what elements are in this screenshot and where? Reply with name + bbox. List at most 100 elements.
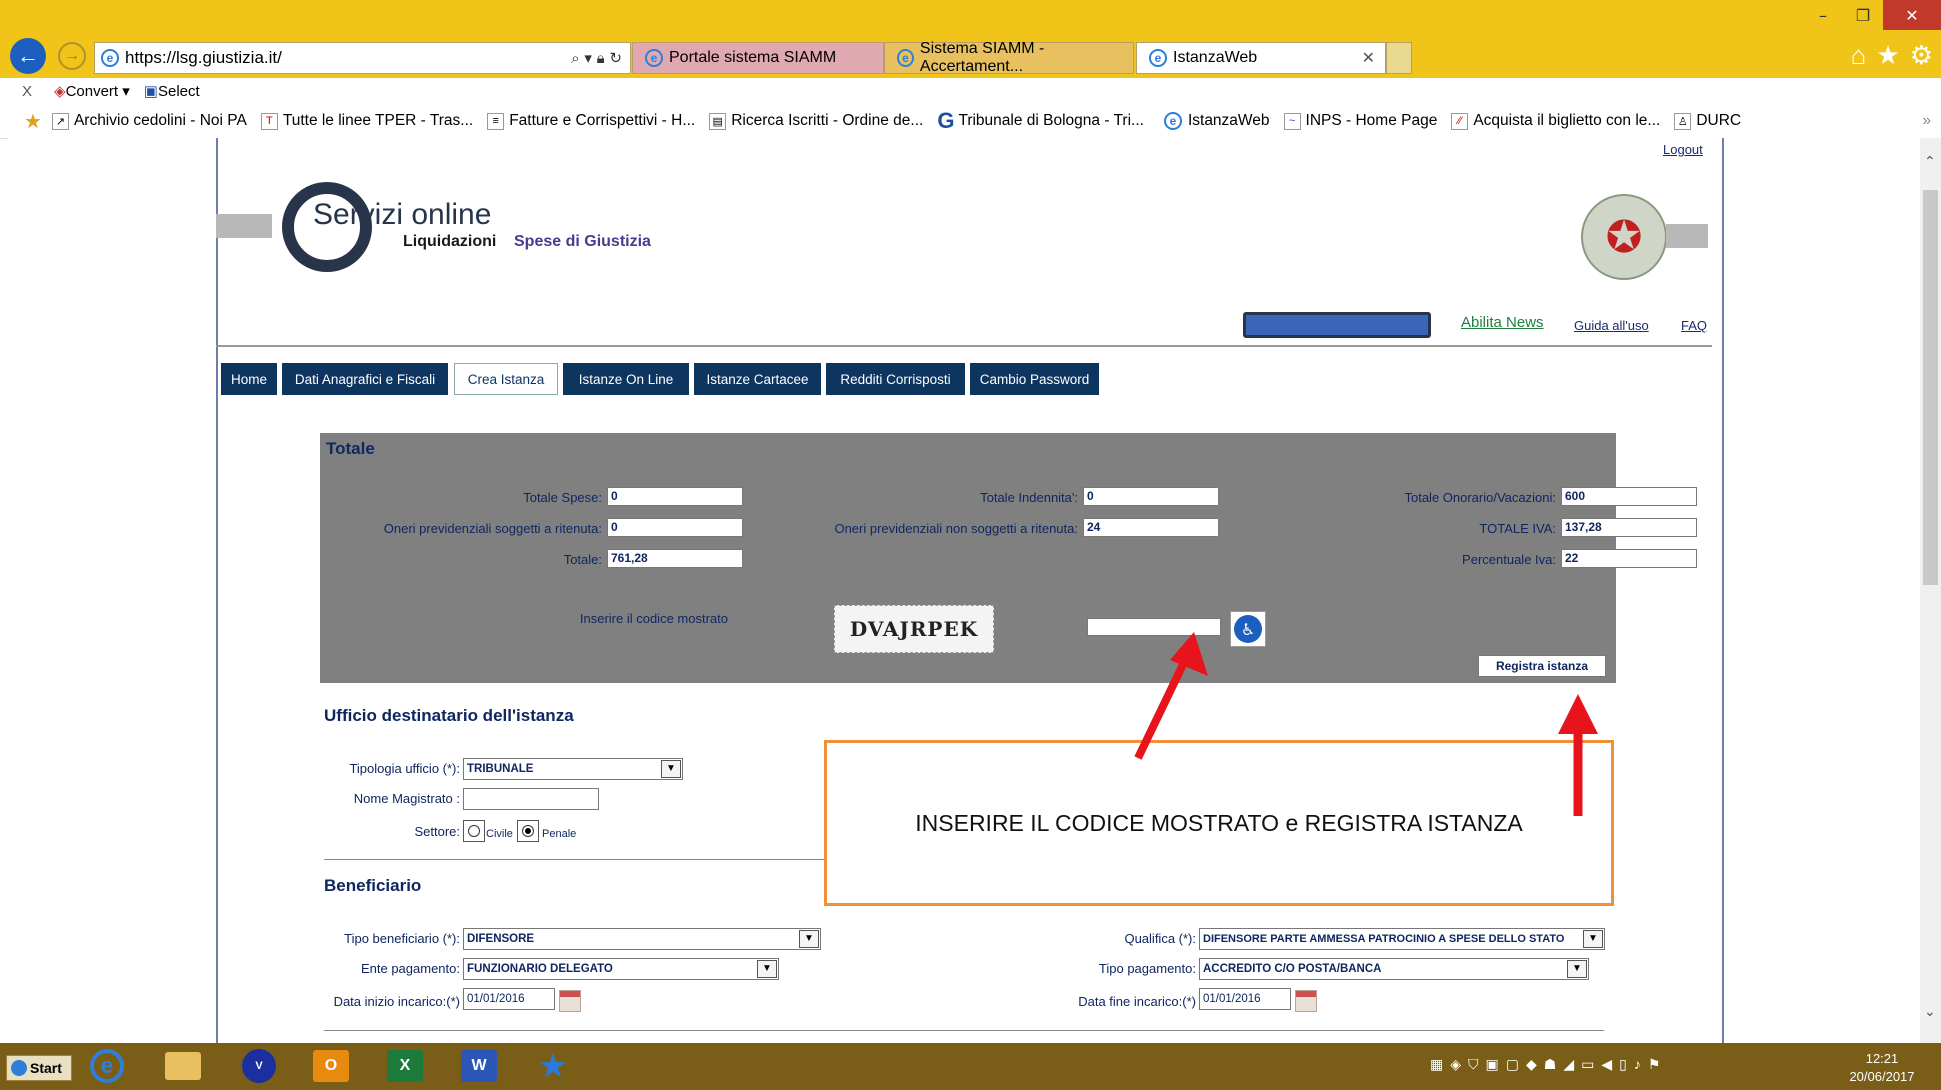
minimize-button[interactable]: – (1803, 0, 1843, 30)
nome-magistrato-input[interactable] (463, 788, 599, 810)
select-button[interactable]: ▣Select (144, 82, 200, 100)
calendar-icon[interactable] (559, 990, 581, 1012)
back-button[interactable]: ← (10, 38, 46, 74)
tab-portale-siamm[interactable]: e Portale sistema SIAMM (632, 42, 884, 74)
favorite-link[interactable]: ↗ Archivio cedolini - Noi PA (51, 112, 247, 130)
tipo-pagamento-select[interactable]: ACCREDITO C/O POSTA/BANCA ▼ (1199, 958, 1589, 980)
nav-crea-istanza[interactable]: Crea Istanza (454, 363, 558, 395)
accessibility-button[interactable]: ♿ (1230, 611, 1266, 647)
refresh-icon[interactable]: ↻ (609, 49, 622, 67)
vertical-scrollbar[interactable]: ⌃ ⌄ (1920, 138, 1941, 1043)
chevron-more-icon[interactable]: » (1922, 112, 1931, 130)
qualifica-label: Qualifica (*): (1124, 931, 1196, 946)
favorite-link[interactable]: e IstanzaWeb (1158, 112, 1270, 130)
tipo-pagamento-label: Tipo pagamento: (1098, 961, 1196, 976)
word-icon[interactable]: W (454, 1046, 504, 1086)
totale-panel: Totale Totale Spese: 0 Oneri previdenzia… (320, 433, 1697, 683)
tray-office-icon[interactable]: ▢ (1506, 1056, 1519, 1073)
view-app-icon[interactable]: V (234, 1046, 284, 1086)
favorite-link[interactable]: ▤ Ricerca Iscritti - Ordine de... (709, 112, 923, 130)
totale-onorario-label: Totale Onorario/Vacazioni: (1404, 490, 1556, 505)
lock-icon: 🔒︎ (596, 49, 605, 67)
chevron-down-icon: ▼ (1583, 930, 1603, 948)
tray-display-icon[interactable]: ▯ (1619, 1056, 1627, 1073)
tipologia-ufficio-label: Tipologia ufficio (*): (349, 761, 460, 776)
nav-redditi-corrisposti[interactable]: Redditi Corrisposti (826, 363, 965, 395)
convert-button[interactable]: ◈Convert ▾ (54, 82, 130, 100)
tray-speaker-icon[interactable]: ◀ (1601, 1056, 1612, 1073)
faq-link[interactable]: FAQ (1681, 318, 1707, 333)
favorite-link[interactable]: ⁄⁄ Acquista il biglietto con le... (1451, 112, 1660, 130)
ie-taskbar-icon[interactable]: e (82, 1046, 132, 1086)
forward-button[interactable]: → (58, 42, 86, 70)
nav-istanze-cartacee[interactable]: Istanze Cartacee (694, 363, 821, 395)
tray-users-icon[interactable]: ☗ (1544, 1056, 1557, 1073)
tipologia-ufficio-select[interactable]: TRIBUNALE ▼ (463, 758, 683, 780)
outlook-icon[interactable]: O (306, 1046, 356, 1086)
favorite-link[interactable]: G Tribunale di Bologna - Tri... (937, 108, 1144, 134)
tipo-beneficiario-select[interactable]: DIFENSORE ▼ (463, 928, 821, 950)
percentuale-iva-field: 22 (1561, 549, 1697, 568)
settore-civile-radio[interactable] (463, 820, 485, 842)
scroll-down-icon[interactable]: ⌄ (1924, 1004, 1936, 1020)
header-decor-bar (216, 214, 272, 238)
tray-network-icon[interactable]: ▦ (1430, 1056, 1443, 1073)
data-inizio-input[interactable]: 01/01/2016 (463, 988, 555, 1010)
settore-penale-radio[interactable] (517, 820, 539, 842)
nav-istanze-online[interactable]: Istanze On Line (563, 363, 689, 395)
search-icon[interactable]: ⌕ (571, 49, 579, 67)
url-text: https://lsg.giustizia.it/ (125, 48, 282, 67)
annotation-callout: INSERIRE IL CODICE MOSTRATO e REGISTRA I… (824, 740, 1614, 906)
tab-siamm-accertamento[interactable]: e Sistema SIAMM - Accertament... (884, 40, 1134, 75)
explorer-folder-icon[interactable] (158, 1046, 208, 1086)
gear-icon[interactable]: ⚙ (1910, 40, 1933, 71)
totale-indennita-label: Totale Indennita': (980, 490, 1078, 505)
calendar-icon[interactable] (1295, 990, 1317, 1012)
favorites-star-icon[interactable]: ★ (1876, 40, 1899, 71)
home-icon[interactable]: ⌂ (1851, 40, 1867, 71)
tray-security-icon[interactable]: ◈ (1450, 1056, 1461, 1073)
header-divider (216, 345, 1712, 347)
favorite-link[interactable]: ♙ DURC (1674, 112, 1741, 130)
data-inizio-label: Data inizio incarico:(*) (333, 994, 460, 1009)
nav-dati-anagrafici[interactable]: Dati Anagrafici e Fiscali (282, 363, 448, 395)
scroll-up-icon[interactable]: ⌃ (1924, 154, 1936, 170)
close-toolbar-icon[interactable]: X (22, 83, 32, 100)
tab-close-icon[interactable]: ✕ (1362, 48, 1375, 68)
nav-cambio-password[interactable]: Cambio Password (970, 363, 1099, 395)
totale-field: 761,28 (607, 549, 743, 568)
data-fine-input[interactable]: 01/01/2016 (1199, 988, 1291, 1010)
tray-wifi-icon[interactable]: ◢ (1563, 1056, 1574, 1073)
clock[interactable]: 12:21 20/06/2017 (1832, 1050, 1932, 1086)
excel-icon[interactable]: X (380, 1046, 430, 1086)
registra-istanza-button[interactable]: Registra istanza (1478, 655, 1606, 677)
favorites-star-add-icon[interactable]: ★ (24, 109, 42, 134)
new-tab-button[interactable] (1386, 42, 1412, 74)
tray-volume-icon[interactable]: ♪ (1634, 1056, 1641, 1073)
abilita-news-link[interactable]: Abilita News (1461, 314, 1544, 331)
favorite-link[interactable]: ~ INPS - Home Page (1283, 112, 1437, 130)
tray-monitor-icon[interactable]: ▭ (1581, 1056, 1594, 1073)
close-button[interactable]: ✕ (1883, 0, 1941, 30)
tab-label: Sistema SIAMM - Accertament... (919, 40, 1045, 75)
tray-pdf-icon[interactable]: ▣ (1486, 1056, 1499, 1073)
tray-flag-icon[interactable]: ⚑ (1648, 1056, 1661, 1073)
tab-istanzaweb[interactable]: e IstanzaWeb ✕ (1136, 42, 1386, 74)
ente-pagamento-select[interactable]: FUNZIONARIO DELEGATO ▼ (463, 958, 779, 980)
address-bar[interactable]: e https://lsg.giustizia.it/ ⌕ ▾ 🔒︎ ↻ (94, 42, 631, 74)
nav-home[interactable]: Home (221, 363, 277, 395)
guida-link[interactable]: Guida all'uso (1574, 318, 1649, 333)
totale-spese-label: Totale Spese: (523, 490, 602, 505)
tray-shield-icon[interactable]: ⛉ (1468, 1056, 1479, 1073)
restore-button[interactable]: ❐ (1843, 0, 1883, 30)
clock-date: 20/06/2017 (1849, 1069, 1915, 1084)
favorite-link[interactable]: ≡ Fatture e Corrispettivi - H... (487, 112, 695, 130)
qualifica-select[interactable]: DIFENSORE PARTE AMMESSA PATROCINIO A SPE… (1199, 928, 1605, 950)
star-app-icon[interactable]: ★ (528, 1046, 578, 1086)
logout-link[interactable]: Logout (1663, 142, 1703, 157)
windows-orb-icon (11, 1060, 27, 1076)
scrollbar-thumb[interactable] (1923, 190, 1938, 585)
tray-app-icon[interactable]: ◆ (1526, 1056, 1537, 1073)
start-button[interactable]: Start (6, 1055, 72, 1081)
favorite-link[interactable]: T Tutte le linee TPER - Tras... (260, 112, 473, 130)
